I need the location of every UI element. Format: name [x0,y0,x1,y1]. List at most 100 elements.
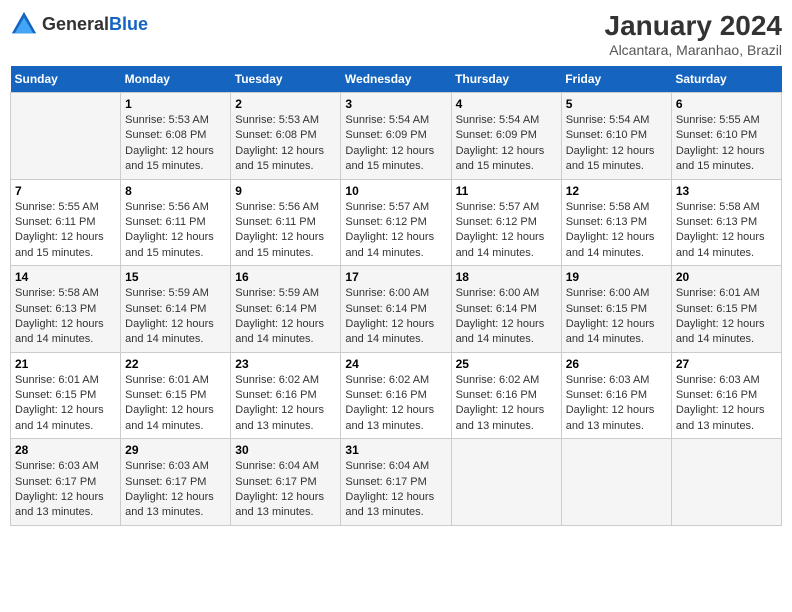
week-row-5: 28 Sunrise: 6:03 AMSunset: 6:17 PMDayligh… [11,439,782,526]
day-info-line: Sunset: 6:16 PM [676,389,757,401]
day-cell: 1Sunrise: 5:53 AMSunset: 6:08 PMDaylight… [121,93,231,180]
header-tuesday: Tuesday [231,66,341,93]
day-info-line: Sunrise: 5:57 AM [345,201,429,213]
title-block: January 2024 Alcantara, Maranhao, Brazil [605,10,782,58]
day-info-line: Sunset: 6:14 PM [235,303,316,315]
day-info-line: Sunrise: 5:57 AM [456,201,540,213]
day-info-line: Daylight: 12 hours [566,318,655,330]
day-info-line: Sunrise: 6:00 AM [566,287,650,299]
day-info-line: Daylight: 12 hours [345,491,434,503]
logo: GeneralBlue [10,10,148,38]
week-row-3: 14Sunrise: 5:58 AMSunset: 6:13 PMDayligh… [11,266,782,353]
day-info: Sunrise: 6:03 AMSunset: 6:17 PMDaylight:… [125,459,226,521]
day-info-line: Daylight: 12 hours [456,145,545,157]
day-info-line: and 15 minutes. [125,160,203,172]
day-info: Sunrise: 5:53 AMSunset: 6:08 PMDaylight:… [125,113,226,175]
day-info-line: and 13 minutes. [235,506,313,518]
day-info-line: Sunrise: 6:00 AM [456,287,540,299]
day-info-line: Sunset: 6:14 PM [125,303,206,315]
day-number: 14 [15,270,116,284]
day-number: 9 [235,184,336,198]
day-info-line: Sunset: 6:17 PM [345,476,426,488]
day-info: Sunrise: 5:56 AMSunset: 6:11 PMDaylight:… [125,200,226,262]
day-info: Sunrise: 6:04 AMSunset: 6:17 PMDaylight:… [345,459,446,521]
day-info-line: Daylight: 12 hours [345,404,434,416]
day-info-line: Sunrise: 5:58 AM [566,201,650,213]
day-info-line: Daylight: 12 hours [125,145,214,157]
day-info-line: Daylight: 12 hours [125,318,214,330]
day-info-line: Sunset: 6:15 PM [15,389,96,401]
page-header: GeneralBlue January 2024 Alcantara, Mara… [10,10,782,58]
logo-general: General [42,14,109,34]
day-cell: 2Sunrise: 5:53 AMSunset: 6:08 PMDaylight… [231,93,341,180]
day-cell: 25Sunrise: 6:02 AMSunset: 6:16 PMDayligh… [451,352,561,439]
day-info-line: Daylight: 12 hours [15,318,104,330]
day-number: 28 [15,443,116,457]
day-number: 25 [456,357,557,371]
day-info-line: Sunset: 6:12 PM [456,216,537,228]
day-info-line: Sunset: 6:16 PM [345,389,426,401]
logo-icon [10,10,38,38]
day-info-line: Sunrise: 6:04 AM [235,460,319,472]
day-info-line: Daylight: 12 hours [456,404,545,416]
day-info-line: Daylight: 12 hours [15,404,104,416]
day-cell: 16Sunrise: 5:59 AMSunset: 6:14 PMDayligh… [231,266,341,353]
day-number: 24 [345,357,446,371]
day-info-line: Daylight: 12 hours [125,491,214,503]
day-info-line: and 14 minutes. [15,333,93,345]
day-info-line: Daylight: 12 hours [676,404,765,416]
day-cell: 3Sunrise: 5:54 AMSunset: 6:09 PMDaylight… [341,93,451,180]
day-info-line: Sunrise: 5:54 AM [566,114,650,126]
day-cell [561,439,671,526]
day-info-line: and 15 minutes. [676,160,754,172]
day-info-line: and 13 minutes. [15,506,93,518]
day-info: Sunrise: 5:53 AMSunset: 6:08 PMDaylight:… [235,113,336,175]
day-info-line: Sunset: 6:09 PM [345,129,426,141]
day-info-line: and 14 minutes. [456,247,534,259]
day-number: 22 [125,357,226,371]
day-info-line: and 14 minutes. [125,333,203,345]
day-info-line: and 15 minutes. [15,247,93,259]
day-number: 8 [125,184,226,198]
day-info: Sunrise: 6:02 AM Sunset: 6:16 PM Daylight:… [345,373,446,435]
day-info: Sunrise: 6:00 AMSunset: 6:14 PMDaylight:… [456,286,557,348]
day-cell: 4Sunrise: 5:54 AMSunset: 6:09 PMDaylight… [451,93,561,180]
day-info: Sunrise: 6:01 AMSunset: 6:15 PMDaylight:… [15,373,116,435]
day-number: 3 [345,97,446,111]
day-info-line: Daylight: 12 hours [235,318,324,330]
day-info-line: and 13 minutes. [676,420,754,432]
day-info-line: Sunrise: 5:53 AM [125,114,209,126]
day-info-line: Daylight: 12 hours [676,231,765,243]
day-number: 26 [566,357,667,371]
day-number: 13 [676,184,777,198]
day-info-line: Daylight: 12 hours [125,231,214,243]
calendar-header-row: SundayMondayTuesdayWednesdayThursdayFrid… [11,66,782,93]
day-info: Sunrise: 6:03 AMSunset: 6:16 PMDaylight:… [566,373,667,435]
day-number: 10 [345,184,446,198]
day-info-line: Sunset: 6:12 PM [345,216,426,228]
day-info-line: and 13 minutes. [456,420,534,432]
day-info-line: and 13 minutes. [235,420,313,432]
day-number: 6 [676,97,777,111]
day-info-line: Sunrise: 6:02 AM [345,374,429,386]
day-number: 27 [676,357,777,371]
header-friday: Friday [561,66,671,93]
day-cell: 14Sunrise: 5:58 AMSunset: 6:13 PMDayligh… [11,266,121,353]
day-info-line: and 14 minutes. [676,333,754,345]
day-info: Sunrise: 6:00 AMSunset: 6:14 PMDaylight:… [345,286,446,348]
day-number: 23 [235,357,336,371]
day-info-line: Daylight: 12 hours [235,404,324,416]
day-info: Sunrise: 5:54 AMSunset: 6:10 PMDaylight:… [566,113,667,175]
header-sunday: Sunday [11,66,121,93]
week-row-4: 21Sunrise: 6:01 AMSunset: 6:15 PMDayligh… [11,352,782,439]
day-number: 15 [125,270,226,284]
day-number: 11 [456,184,557,198]
day-info-line: and 14 minutes. [676,247,754,259]
day-cell: 11Sunrise: 5:57 AMSunset: 6:12 PMDayligh… [451,179,561,266]
day-cell: 13Sunrise: 5:58 AMSunset: 6:13 PMDayligh… [671,179,781,266]
day-info-line: Sunset: 6:16 PM [566,389,647,401]
day-info-line: Sunset: 6:10 PM [566,129,647,141]
day-info-line: Sunset: 6:14 PM [345,303,426,315]
day-cell: 27Sunrise: 6:03 AMSunset: 6:16 PMDayligh… [671,352,781,439]
day-cell: 22Sunrise: 6:01 AMSunset: 6:15 PMDayligh… [121,352,231,439]
